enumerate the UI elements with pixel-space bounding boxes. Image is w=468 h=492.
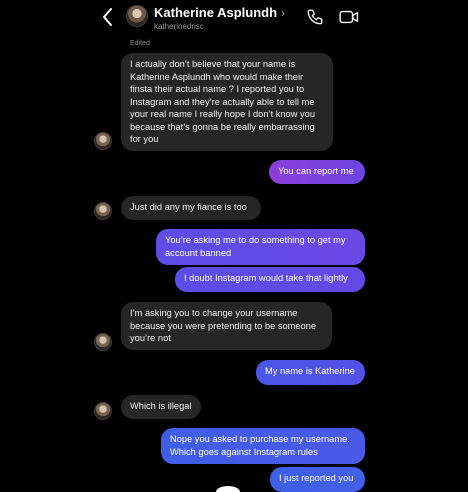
outgoing-message[interactable]: You can report me [269,160,365,184]
chat-header: Katherine Asplundh › katherinedrisc [0,0,468,38]
message-line: I doubt Instagram would take that lightl… [184,273,348,283]
contact-name[interactable]: Katherine Asplundh › [154,5,285,20]
message-line: Katherine Asplundh who would make their [130,71,304,82]
message-line: You can report me [278,166,354,176]
contact-avatar[interactable] [126,5,148,27]
incoming-message[interactable]: Just did any my fiance is too [121,196,261,220]
message-line: Which goes against Instagram rules [170,446,318,457]
message-line: because you were pretending to be someon… [130,320,317,331]
sender-avatar[interactable] [94,333,112,351]
message-line: for you [130,134,159,144]
outgoing-message[interactable]: I doubt Instagram would take that lightl… [175,267,365,292]
message-line: you’re not [130,333,171,343]
outgoing-message[interactable]: Nope you asked to purchase my username. … [161,428,365,464]
message-line: your real name I really hope I don’t kno… [130,109,316,119]
message-line: Instagram and they’re actually able to t… [130,96,315,107]
incoming-message[interactable]: I’m asking you to change your username b… [121,302,332,350]
message-line: Which is illegal [130,401,192,411]
phone-icon[interactable] [306,8,324,26]
message-line: Just did any my fiance is too [130,202,247,212]
edited-label: Edited [130,40,150,47]
message-line: account banned [165,247,232,258]
message-line: My name is Katherine [265,366,355,376]
home-indicator [216,486,240,492]
message-line: I’m asking you to change your username [130,308,298,318]
message-line: I actually don’t believe that your name … [130,59,296,69]
back-arrow-icon[interactable] [100,6,116,28]
sender-avatar[interactable] [94,402,112,420]
message-line: I just reported you [279,473,354,483]
sender-avatar[interactable] [94,202,112,220]
message-line: because that’s gonna be really embarrass… [130,121,315,132]
incoming-message[interactable]: I actually don’t believe that your name … [121,53,333,151]
contact-name-text: Katherine Asplundh [154,5,278,20]
outgoing-message[interactable]: My name is Katherine [256,360,365,385]
message-line: Nope you asked to purchase my username. [170,434,350,444]
incoming-message[interactable]: Which is illegal [121,395,201,419]
video-camera-icon[interactable] [339,9,359,25]
sender-avatar[interactable] [94,132,112,150]
outgoing-message[interactable]: I just reported you [270,467,365,492]
message-line: finsta their actual name ? I reported yo… [130,84,305,94]
message-line: You’re asking me to do something to get … [165,235,346,245]
chevron-right-icon: › [281,6,286,20]
outgoing-message[interactable]: You’re asking me to do something to get … [156,229,365,265]
contact-username: katherinedrisc [154,22,204,31]
